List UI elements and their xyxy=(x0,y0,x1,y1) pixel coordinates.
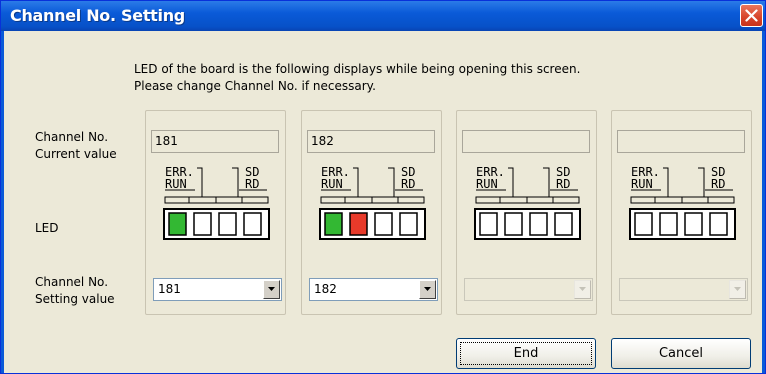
led-run-label: RUN xyxy=(631,177,653,191)
led-indicator-1: ERR. RUN SD RD xyxy=(163,165,270,240)
setting-value-label-line-1: Channel No. xyxy=(35,275,109,289)
window-frame-left xyxy=(1,31,4,373)
led-indicator-4: ERR. RUN SD RD xyxy=(629,165,736,240)
led-cell-off xyxy=(529,212,548,236)
led-cell-green xyxy=(168,212,187,236)
close-button[interactable] xyxy=(740,4,763,27)
dropdown-button-2[interactable] xyxy=(419,280,436,299)
instruction-line-2: Please change Channel No. if necessary. xyxy=(134,79,376,93)
led-cell-off xyxy=(374,212,393,236)
led-cell-off xyxy=(193,212,212,236)
channel-group-1: 181 ERR. RUN SD RD 181 xyxy=(145,110,286,315)
end-button[interactable]: End xyxy=(456,338,596,369)
setting-value-combo-1[interactable]: 181 xyxy=(153,278,282,301)
led-cell-off xyxy=(709,212,728,236)
setting-value-text-1: 181 xyxy=(158,282,181,296)
led-indicator-2: ERR. RUN SD RD xyxy=(319,165,426,240)
led-cell-off xyxy=(659,212,678,236)
led-rd-label: RD xyxy=(556,177,570,191)
led-cell-off xyxy=(554,212,573,236)
window-frame-right xyxy=(762,31,765,373)
setting-value-combo-4[interactable] xyxy=(619,278,748,301)
led-run-label: RUN xyxy=(476,177,498,191)
led-run-label: RUN xyxy=(165,177,187,191)
dropdown-button-4[interactable] xyxy=(729,280,746,299)
channel-group-2: 182 ERR. RUN SD RD 182 xyxy=(301,110,442,315)
cancel-button[interactable]: Cancel xyxy=(611,338,751,369)
window-title: Channel No. Setting xyxy=(10,6,185,25)
instruction-line-1: LED of the board is the following displa… xyxy=(134,62,581,76)
led-cell-off xyxy=(218,212,237,236)
channel-setting-dialog: Channel No. Setting LED of the board is … xyxy=(0,0,766,374)
led-cell-off xyxy=(479,212,498,236)
title-bar[interactable]: Channel No. Setting xyxy=(1,1,765,31)
setting-value-label: Channel No. Setting value xyxy=(35,274,115,308)
instruction-text: LED of the board is the following displa… xyxy=(134,61,580,95)
current-value-field-4 xyxy=(617,130,745,153)
focus-ring xyxy=(460,342,592,365)
led-cell-off xyxy=(504,212,523,236)
setting-value-combo-3[interactable] xyxy=(464,278,593,301)
current-value-field-1: 181 xyxy=(151,130,279,153)
setting-value-combo-2[interactable]: 182 xyxy=(309,278,438,301)
cancel-button-label: Cancel xyxy=(658,346,704,361)
led-cell-off xyxy=(399,212,418,236)
led-rd-label: RD xyxy=(711,177,725,191)
led-cell-green xyxy=(324,212,343,236)
current-value-field-3 xyxy=(462,130,590,153)
current-value-label-line-1: Channel No. xyxy=(35,130,109,144)
setting-value-text-2: 182 xyxy=(314,282,337,296)
dropdown-button-1[interactable] xyxy=(263,280,280,299)
led-run-label: RUN xyxy=(321,177,343,191)
current-value-field-2: 182 xyxy=(307,130,435,153)
led-cell-off xyxy=(243,212,262,236)
led-rd-label: RD xyxy=(401,177,415,191)
led-label: LED xyxy=(35,221,59,235)
led-cell-off xyxy=(684,212,703,236)
dropdown-button-3[interactable] xyxy=(574,280,591,299)
led-rd-label: RD xyxy=(245,177,259,191)
channel-group-3: ERR. RUN SD RD xyxy=(456,110,597,315)
current-value-label-line-2: Current value xyxy=(35,147,117,161)
setting-value-label-line-2: Setting value xyxy=(35,292,115,306)
led-indicator-3: ERR. RUN SD RD xyxy=(474,165,581,240)
current-value-label: Channel No. Current value xyxy=(35,129,117,163)
led-cell-off xyxy=(634,212,653,236)
channel-group-4: ERR. RUN SD RD xyxy=(611,110,752,315)
led-cell-red xyxy=(349,212,368,236)
